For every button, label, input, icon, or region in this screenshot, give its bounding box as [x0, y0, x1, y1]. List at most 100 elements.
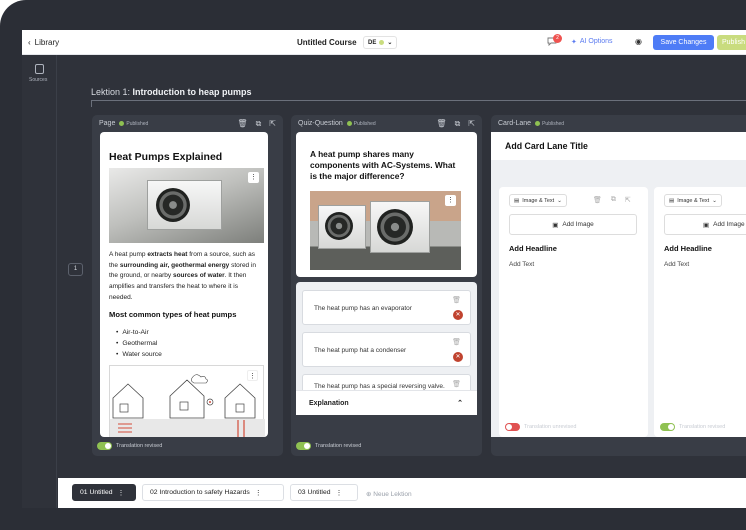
heat-pump-image[interactable]: ⋮ [109, 168, 264, 243]
translation-toggle[interactable]: Translation revised [660, 423, 725, 431]
image-icon: ▣ [552, 221, 559, 229]
card-item[interactable]: ▤ Image & Text ⌄ ▣ Add Image Add Headlin… [654, 187, 746, 437]
trash-icon[interactable]: 🗑 [436, 119, 446, 129]
card-lane-title-bar[interactable]: Add Card Lane Title [491, 132, 746, 160]
answer-text[interactable]: The heat pump has an evaporator [314, 303, 449, 314]
page-lane-status: Published [126, 120, 149, 127]
publish-button[interactable]: Publish [717, 35, 746, 50]
question-card[interactable]: A heat pump shares many components with … [296, 132, 477, 277]
card-type-selector[interactable]: ▤ Image & Text ⌄ [509, 194, 567, 207]
card-lane-title[interactable]: Add Card Lane Title [505, 141, 588, 151]
outdoor-unit [318, 205, 366, 249]
card-text[interactable]: Add Text [664, 261, 689, 268]
page-paragraph[interactable]: A heat pump extracts heat from a source,… [109, 250, 259, 304]
more-options-icon[interactable]: ⋮ [336, 489, 343, 497]
save-changes-button[interactable]: Save Changes [653, 35, 714, 50]
lesson-tab[interactable]: 01 Untitled ⋮ [72, 484, 136, 501]
export-icon[interactable]: ⇱ [625, 196, 631, 204]
explanation-section[interactable]: Explanation ⌃ [296, 390, 477, 415]
lesson-tab[interactable]: 03 Untitled ⋮ [290, 484, 358, 501]
quiz-lane-label: Quiz-Question [298, 120, 343, 127]
more-options-icon[interactable]: ⋮ [118, 489, 125, 497]
trash-icon[interactable]: 🗑 [452, 338, 461, 346]
quiz-question-text[interactable]: A heat pump shares many components with … [310, 149, 458, 182]
status-badge: Published [346, 120, 376, 127]
course-title[interactable]: Untitled Course [297, 38, 357, 47]
trash-icon[interactable]: 🗑 [452, 380, 461, 388]
answer-option[interactable]: The heat pump has an evaporator 🗑 ✕ [302, 290, 471, 325]
incorrect-icon[interactable]: ✕ [453, 352, 463, 362]
lesson-tabs-bar: 01 Untitled ⋮ 02 Introduction to safety … [58, 478, 746, 508]
app-screen: ‹ Library Untitled Course DE ⌄ 2 ✦ AI Op… [22, 30, 746, 508]
page-lane-header: Page Published [99, 120, 148, 127]
more-options-icon[interactable]: ⋮ [255, 489, 262, 497]
status-badge: Published [535, 121, 564, 127]
card-actions: 🗑 ⧉ ⇱ [593, 196, 631, 204]
new-lesson-button[interactable]: ⊕ Neue Lektion [366, 490, 412, 498]
quiz-lane: Quiz-Question Published 🗑 ⧉ ⇱ A heat pum… [291, 115, 482, 456]
answer-option[interactable]: The heat pump hat a condenser 🗑 ✕ [302, 332, 471, 367]
sources-label: Sources [29, 77, 48, 83]
sparkle-icon: ✦ [571, 39, 577, 46]
lesson-name[interactable]: Introduction to heap pumps [133, 87, 252, 97]
plus-circle-icon: ⊕ [366, 491, 372, 498]
export-icon[interactable]: ⇱ [269, 119, 276, 129]
card-item[interactable]: ▤ Image & Text ⌄ 🗑 ⧉ ⇱ ▣ Add Image Add H… [499, 187, 648, 437]
answer-text[interactable]: The heat pump hat a condenser [314, 345, 449, 356]
add-image-button[interactable]: ▣ Add Image [509, 214, 637, 235]
toggle-switch[interactable] [505, 423, 520, 431]
lesson-tab-label: 01 Untitled [80, 489, 113, 496]
card-lane-label: Card-Lane [498, 120, 532, 127]
more-options-icon[interactable]: ⋮ [445, 195, 456, 206]
ac-units-image[interactable]: ⋮ [310, 191, 461, 270]
chevron-left-icon: ‹ [28, 38, 31, 47]
add-image-label: Add Image [713, 221, 745, 228]
language-selector[interactable]: DE ⌄ [363, 36, 398, 49]
page-card[interactable]: Heat Pumps Explained ⋮ A heat pump extra… [100, 132, 268, 437]
toggle-switch[interactable] [660, 423, 675, 431]
back-to-library-link[interactable]: ‹ Library [28, 38, 59, 47]
card-headline[interactable]: Add Headline [664, 244, 712, 253]
back-label: Library [34, 38, 60, 47]
copy-icon[interactable]: ⧉ [256, 119, 262, 129]
comment-count-badge: 2 [553, 34, 562, 43]
fan-graphic [156, 188, 190, 222]
preview-icon[interactable]: ◉ [635, 37, 642, 46]
translation-toggle[interactable]: Translation unrevised [505, 423, 576, 431]
card-text[interactable]: Add Text [509, 261, 534, 268]
quiz-lane-status: Published [353, 120, 376, 127]
chevron-down-icon: ⌄ [712, 197, 717, 204]
page-subheading[interactable]: Most common types of heat pumps [109, 310, 236, 319]
toggle-switch[interactable] [97, 442, 112, 450]
ai-options-button[interactable]: ✦ AI Options [571, 38, 613, 46]
page-heading[interactable]: Heat Pumps Explained [109, 151, 222, 163]
export-icon[interactable]: ⇱ [468, 119, 475, 129]
translation-status: Translation unrevised [524, 424, 577, 430]
bullet-list[interactable]: Air-to-Air Geothermal Water source [116, 327, 162, 360]
add-image-button[interactable]: ▣ Add Image [664, 214, 746, 235]
paragraph-bold-text: surrounding air, geothermal energy [119, 261, 230, 269]
translation-toggle[interactable]: Translation revised [97, 442, 162, 450]
more-options-icon[interactable]: ⋮ [247, 370, 258, 381]
card-lane: Card-Lane Published Add Card Lane Title … [491, 115, 746, 456]
translation-toggle[interactable]: Translation revised [296, 442, 361, 450]
toggle-switch[interactable] [296, 442, 311, 450]
copy-icon[interactable]: ⧉ [455, 119, 461, 129]
chevron-up-icon[interactable]: ⌃ [457, 399, 463, 407]
heat-pump-types-diagram[interactable]: ⋮ [109, 365, 265, 437]
trash-icon[interactable]: 🗑 [452, 296, 461, 304]
list-item: Geothermal [116, 338, 162, 349]
trash-icon[interactable]: 🗑 [593, 196, 602, 204]
lesson-tab-label: 03 Untitled [298, 489, 331, 496]
more-options-icon[interactable]: ⋮ [248, 172, 259, 183]
lesson-tab-label: 02 Introduction to safety Hazards [150, 489, 250, 496]
copy-icon[interactable]: ⧉ [611, 196, 616, 204]
card-lane-body: Add Card Lane Title ▤ Image & Text ⌄ 🗑 ⧉… [491, 132, 746, 437]
incorrect-icon[interactable]: ✕ [453, 310, 463, 320]
lesson-tab[interactable]: 02 Introduction to safety Hazards ⋮ [142, 484, 284, 501]
card-headline[interactable]: Add Headline [509, 244, 557, 253]
card-type-label: Image & Text [677, 197, 710, 204]
trash-icon[interactable]: 🗑 [237, 119, 247, 129]
slide-number[interactable]: 1 [68, 263, 83, 276]
card-type-selector[interactable]: ▤ Image & Text ⌄ [664, 194, 722, 207]
